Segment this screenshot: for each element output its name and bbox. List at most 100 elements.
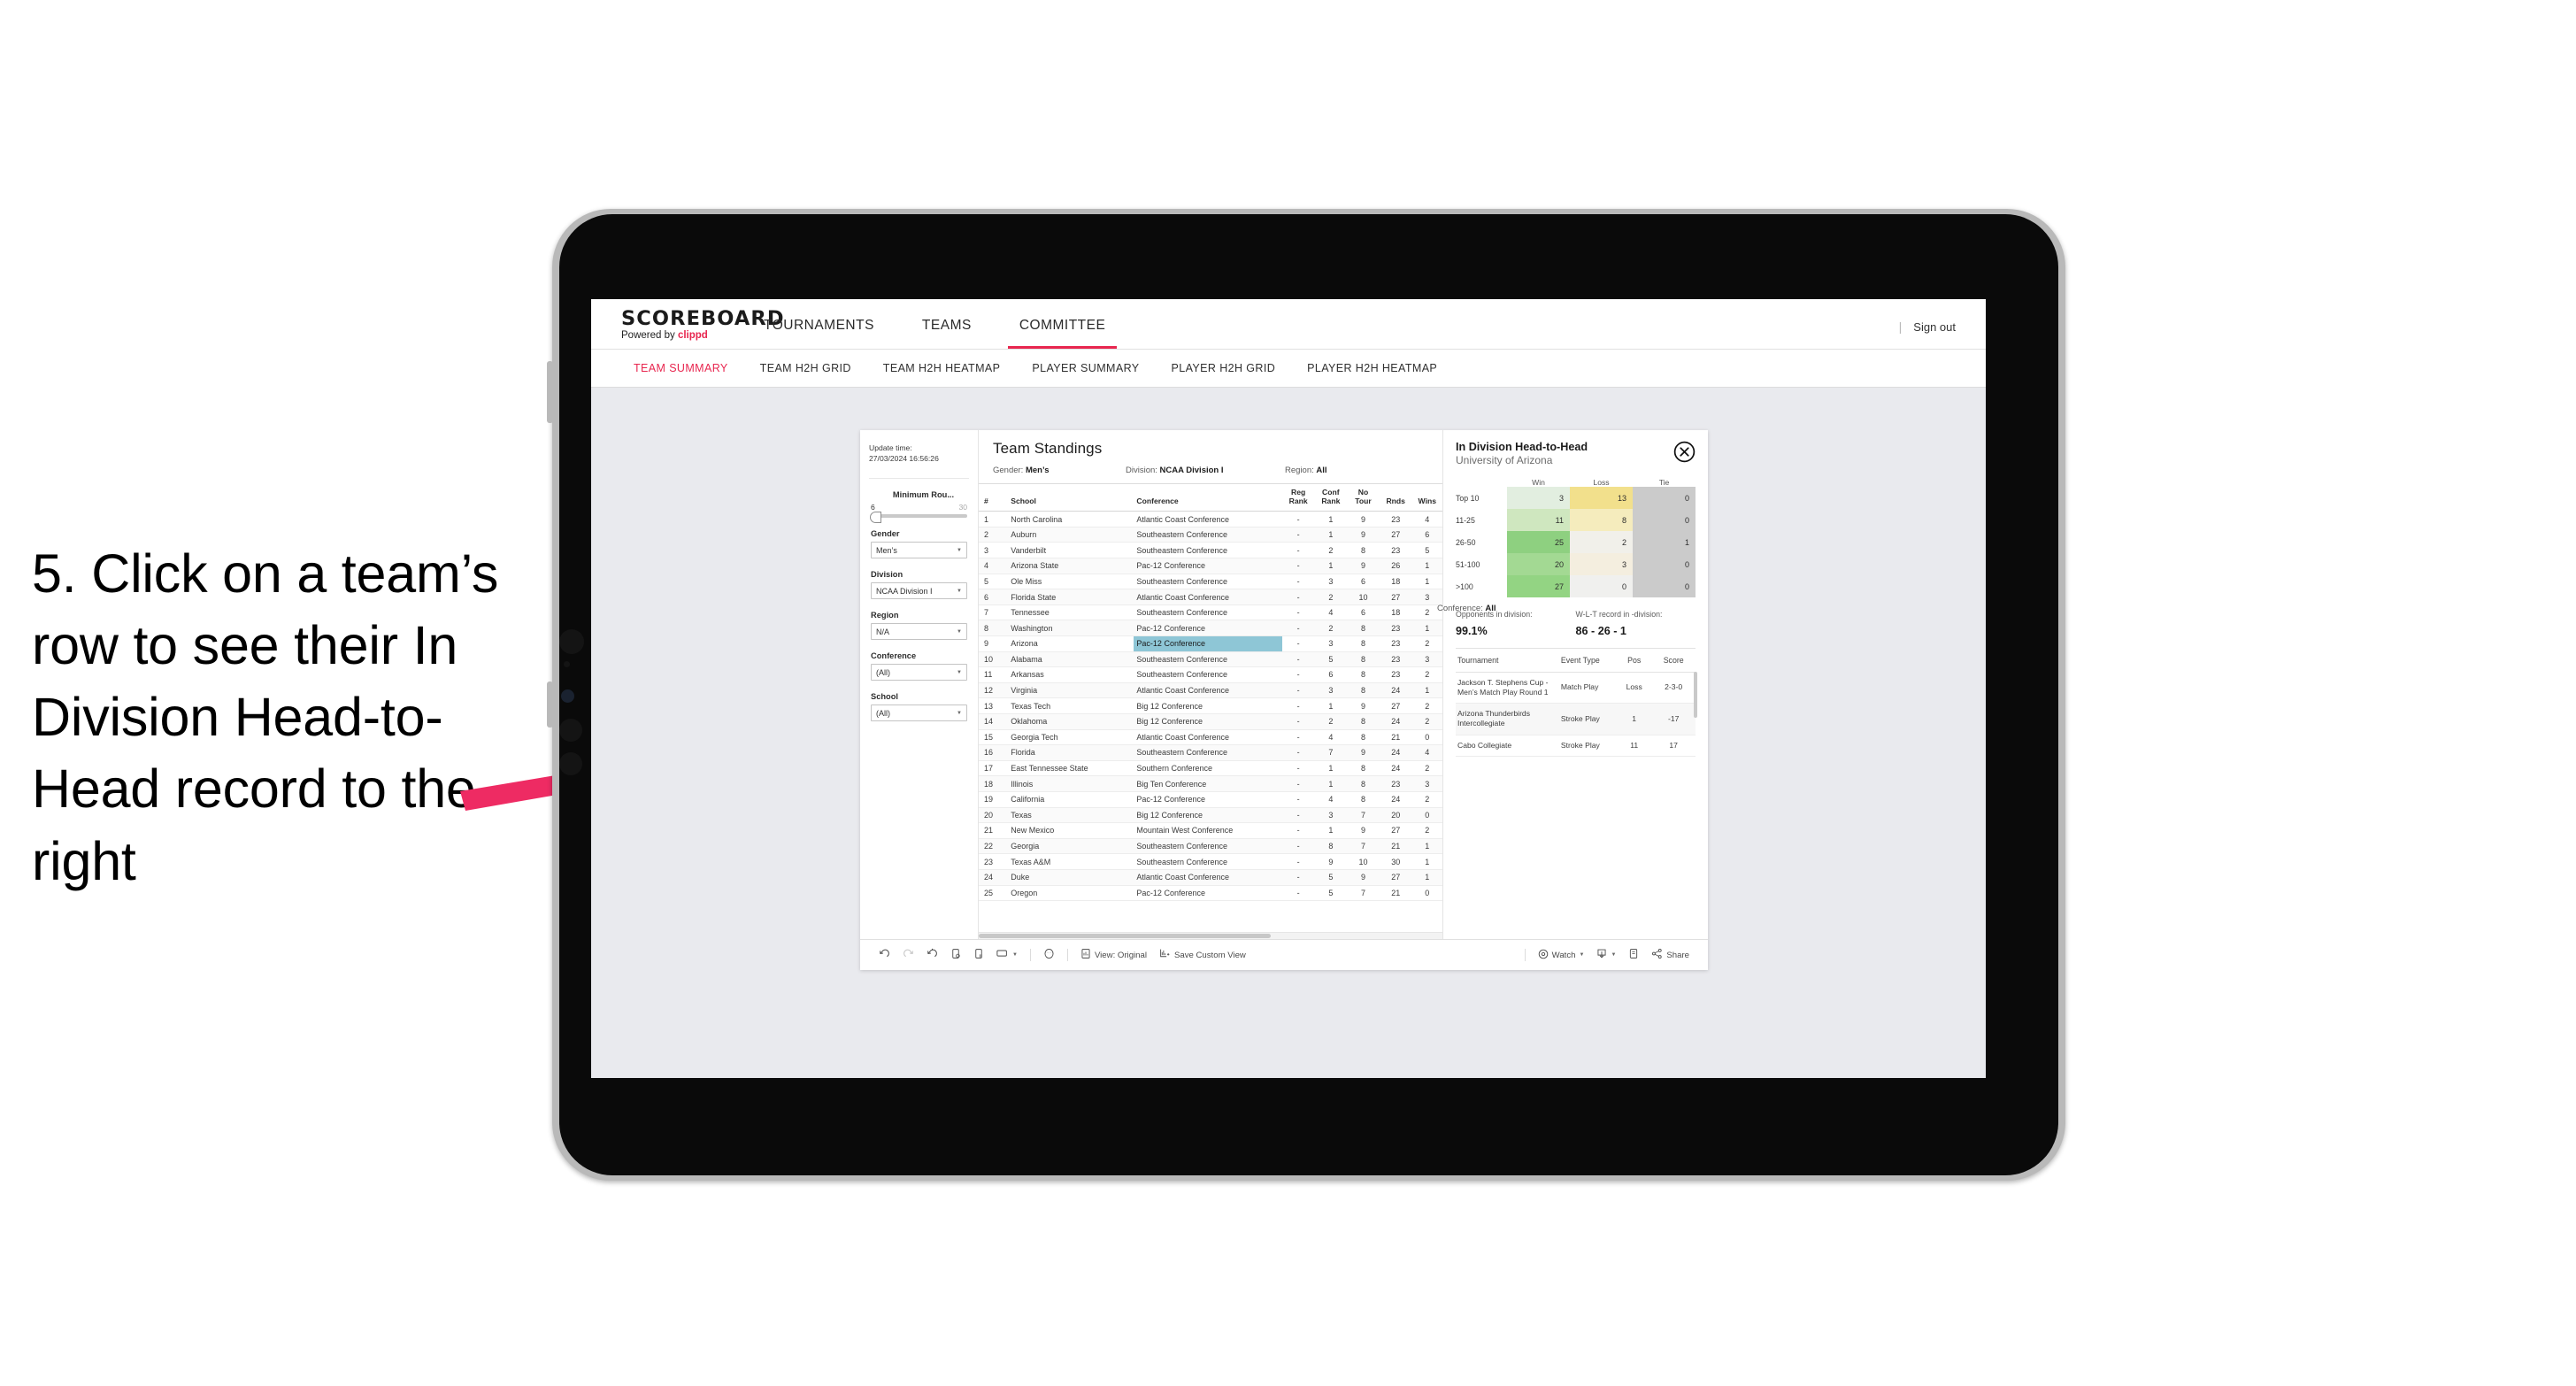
heatmap-cell[interactable]: 3: [1507, 487, 1570, 509]
tournaments-scrollbar[interactable]: [1694, 672, 1697, 718]
toolbar-redo[interactable]: [896, 948, 920, 962]
camera-dot-4: [559, 719, 582, 742]
col-wins[interactable]: Wins: [1411, 484, 1442, 512]
table-row[interactable]: 18 Illinois Big Ten Conference -1 8 23 3: [979, 775, 1442, 792]
col-rnds[interactable]: Rnds: [1379, 484, 1412, 512]
subtab-player-h2h-heatmap[interactable]: PLAYER H2H HEATMAP: [1291, 362, 1453, 374]
heatmap-cell[interactable]: 0: [1633, 509, 1696, 531]
table-row[interactable]: 22 Georgia Southeastern Conference -8 7 21 1: [979, 838, 1442, 855]
subtab-team-summary[interactable]: TEAM SUMMARY: [618, 362, 744, 374]
list-item[interactable]: Jackson T. Stephens Cup - Men’s Match Pl…: [1456, 672, 1696, 705]
table-row[interactable]: 4 Arizona State Pac-12 Conference -1 9 26 1: [979, 558, 1442, 574]
table-row[interactable]: 2 Auburn Southeastern Conference -1 9 27 6: [979, 527, 1442, 543]
table-row[interactable]: 5 Ole Miss Southeastern Conference -3 6 18 1: [979, 574, 1442, 590]
table-row[interactable]: 15 Georgia Tech Atlantic Coast Conference -…: [979, 729, 1442, 746]
col-rank[interactable]: #: [979, 484, 1009, 512]
brand-title: SCOREBOARD: [621, 307, 785, 330]
col-event-type[interactable]: Event Type: [1558, 649, 1618, 673]
heatmap-cell[interactable]: 8: [1570, 509, 1633, 531]
filter-region-select[interactable]: N/A ▼: [871, 623, 967, 641]
horizontal-scrollbar-thumb[interactable]: [979, 934, 1272, 938]
cell-conf-rank: 1: [1314, 558, 1348, 574]
table-row[interactable]: 14 Oklahoma Big 12 Conference -2 8 24 2: [979, 713, 1442, 730]
col-school[interactable]: School: [1008, 484, 1134, 512]
subtab-player-summary[interactable]: PLAYER SUMMARY: [1016, 362, 1155, 374]
list-item[interactable]: Cabo Collegiate Stroke Play 11 17: [1456, 735, 1696, 757]
slider-max-value: 30: [958, 503, 967, 512]
list-item[interactable]: Arizona Thunderbirds Intercollegiate Stro…: [1456, 703, 1696, 735]
filter-division-select[interactable]: NCAA Division I ▼: [871, 582, 967, 600]
toolbar-watch[interactable]: Watch ▼: [1532, 949, 1591, 962]
toolbar-device-layout[interactable]: ▼: [990, 949, 1024, 961]
table-row[interactable]: 10 Alabama Southeastern Conference -5 8 23 3: [979, 651, 1442, 668]
slider-track[interactable]: [870, 511, 967, 523]
filter-school-select[interactable]: (All) ▼: [871, 705, 967, 722]
table-row[interactable]: 25 Oregon Pac-12 Conference -5 7 21 0: [979, 885, 1442, 902]
table-row[interactable]: 8 Washington Pac-12 Conference -2 8 23 1: [979, 620, 1442, 636]
slider-handle[interactable]: [870, 511, 881, 523]
heatmap-cell[interactable]: 0: [1633, 487, 1696, 509]
toolbar-refresh-data[interactable]: [944, 948, 967, 962]
subtab-team-h2h-grid[interactable]: TEAM H2H GRID: [744, 362, 867, 374]
toolbar-pause-updates[interactable]: [967, 948, 990, 962]
toolbar-undo[interactable]: [873, 948, 896, 962]
horizontal-scrollbar[interactable]: [979, 932, 1442, 939]
heatmap-cell[interactable]: 0: [1633, 553, 1696, 575]
cell-conf-rank: 9: [1314, 853, 1348, 870]
heatmap-cell[interactable]: 1: [1633, 531, 1696, 553]
col-no-tour[interactable]: No Tour: [1347, 484, 1380, 512]
close-circle-icon[interactable]: [1673, 441, 1696, 463]
table-row[interactable]: 16 Florida Southeastern Conference -7 9 24 4: [979, 744, 1442, 761]
toolbar-share[interactable]: Share: [1645, 948, 1696, 962]
toolbar-revert[interactable]: [920, 948, 944, 962]
heatmap-cell[interactable]: 13: [1570, 487, 1633, 509]
col-tournament[interactable]: Tournament: [1456, 649, 1559, 673]
heatmap-cell[interactable]: 2: [1570, 531, 1633, 553]
col-reg-rank[interactable]: Reg Rank: [1281, 484, 1315, 512]
table-row[interactable]: 17 East Tennessee State Southern Conferenc…: [979, 760, 1442, 777]
col-conference[interactable]: Conference: [1134, 484, 1282, 512]
table-row[interactable]: 1 North Carolina Atlantic Coast Conference…: [979, 511, 1442, 527]
subtab-team-h2h-heatmap[interactable]: TEAM H2H HEATMAP: [867, 362, 1017, 374]
table-row[interactable]: 12 Virginia Atlantic Coast Conference -3 8 24…: [979, 682, 1442, 699]
filter-conference-select[interactable]: (All) ▼: [871, 664, 967, 681]
table-row[interactable]: 24 Duke Atlantic Coast Conference -5 9 27 1: [979, 869, 1442, 886]
table-row[interactable]: 7 Tennessee Southeastern Conference -4 6 18 2: [979, 604, 1442, 621]
col-pos[interactable]: Pos: [1617, 649, 1653, 673]
table-row[interactable]: 9 Arizona Pac-12 Conference -3 8 23 2: [979, 635, 1442, 652]
table-row[interactable]: 3 Vanderbilt Southeastern Conference -2 8 23 5: [979, 542, 1442, 559]
standings-table-body: 1 North Carolina Atlantic Coast Conference…: [979, 511, 1442, 902]
heatmap-cell[interactable]: 25: [1507, 531, 1570, 553]
nav-tab-committee[interactable]: COMMITTEE: [996, 318, 1130, 349]
cell-wins: 2: [1411, 666, 1442, 683]
table-row[interactable]: 6 Florida State Atlantic Coast Conference -…: [979, 589, 1442, 605]
toolbar-download[interactable]: ▼: [1590, 948, 1622, 962]
table-row[interactable]: 19 California Pac-12 Conference -4 8 24 2: [979, 791, 1442, 808]
heatmap-cell[interactable]: 27: [1507, 575, 1570, 597]
heatmap-cell[interactable]: 20: [1507, 553, 1570, 575]
nav-tab-tournaments[interactable]: TOURNAMENTS: [740, 318, 898, 349]
table-row[interactable]: 13 Texas Tech Big 12 Conference -1 9 27 2: [979, 697, 1442, 714]
table-row[interactable]: 21 New Mexico Mountain West Conference -1 9 2…: [979, 822, 1442, 839]
cell-rnds: 26: [1379, 558, 1412, 574]
filter-gender-select[interactable]: Men’s ▼: [871, 542, 967, 559]
heatmap-cell[interactable]: 3: [1570, 553, 1633, 575]
nav-tab-teams[interactable]: TEAMS: [898, 318, 996, 349]
table-row[interactable]: 20 Texas Big 12 Conference -3 7 20 0: [979, 807, 1442, 824]
signout-link[interactable]: Sign out: [1913, 320, 1956, 334]
toolbar-save-view[interactable]: Save Custom View: [1153, 948, 1252, 962]
col-conf-rank[interactable]: Conf Rank: [1314, 484, 1348, 512]
table-row[interactable]: 23 Texas A&M Southeastern Conference -9 10 30…: [979, 853, 1442, 870]
heatmap-col-win: Win: [1532, 478, 1545, 487]
col-score[interactable]: Score: [1652, 649, 1696, 673]
cell-rank: 2: [979, 527, 1009, 543]
heatmap-cell[interactable]: 0: [1633, 575, 1696, 597]
subtab-player-h2h-grid[interactable]: PLAYER H2H GRID: [1156, 362, 1292, 374]
heatmap-cell[interactable]: 11: [1507, 509, 1570, 531]
toolbar-view-original[interactable]: View: Original: [1074, 948, 1153, 962]
brand-logo[interactable]: SCOREBOARD Powered by clippd: [591, 307, 785, 349]
toolbar-fullscreen[interactable]: [1622, 948, 1645, 962]
heatmap-cell[interactable]: 0: [1570, 575, 1633, 597]
toolbar-history[interactable]: [1037, 948, 1061, 962]
table-row[interactable]: 11 Arkansas Southeastern Conference -6 8 23 2: [979, 666, 1442, 683]
